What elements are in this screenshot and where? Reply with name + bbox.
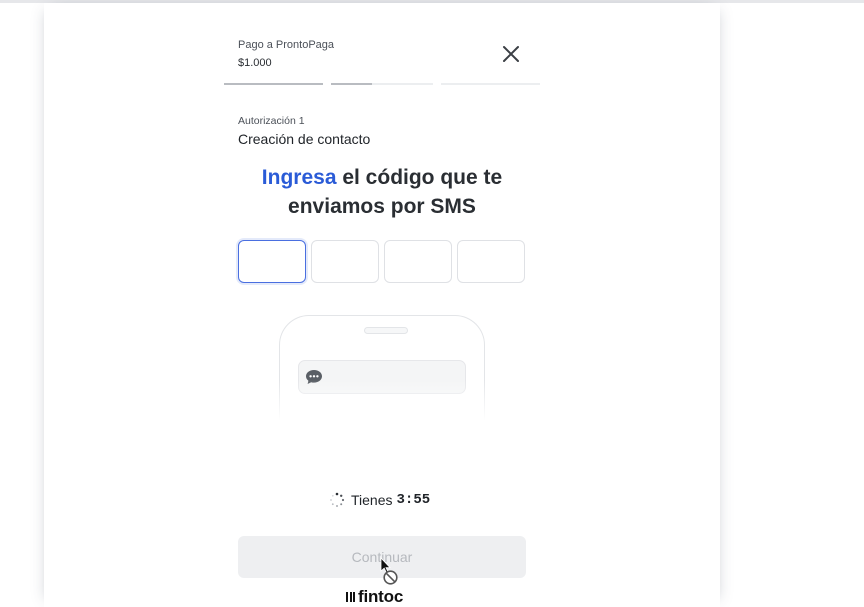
phone-speaker	[364, 327, 408, 334]
close-button[interactable]	[498, 41, 524, 67]
progress-step-1	[224, 83, 323, 85]
payment-card	[44, 3, 720, 607]
timer-label: Tienes	[351, 492, 393, 508]
timer-value: 3:55	[396, 492, 431, 508]
authorization-label: Autorización 1	[238, 115, 305, 127]
brand-name: fintoc	[358, 587, 404, 606]
brand-logo: fintoc	[346, 587, 404, 606]
mouse-cursor-not-allowed-icon	[380, 557, 398, 585]
close-icon	[503, 46, 519, 62]
phone-fade-overlay	[272, 380, 492, 428]
loading-spinner-icon	[330, 492, 345, 507]
payment-recipient: Pago a ProntoPaga	[238, 39, 335, 51]
brand-logo-icon	[346, 592, 355, 602]
progress-step-2-remaining	[372, 83, 433, 85]
countdown-timer: Tienes 3:55	[329, 491, 430, 509]
progress-step-2	[331, 83, 372, 85]
code-input-1[interactable]	[238, 240, 306, 283]
authorization-title: Creación de contacto	[238, 131, 371, 147]
progress-step-3	[441, 83, 540, 85]
payment-amount: $1.000	[238, 57, 272, 69]
page-title: Ingresa el código que te enviamos por SM…	[224, 163, 540, 221]
headline-accent: Ingresa	[261, 166, 337, 189]
code-input-3[interactable]	[384, 240, 452, 283]
code-input-2[interactable]	[311, 240, 379, 283]
code-input-4[interactable]	[457, 240, 525, 283]
